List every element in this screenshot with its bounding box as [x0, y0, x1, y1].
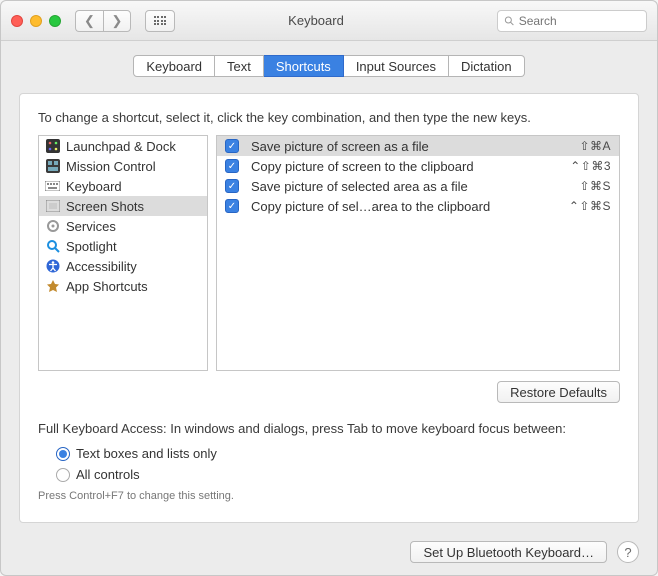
window-title: Keyboard: [183, 13, 489, 28]
shortcut-row[interactable]: ✓ Save picture of selected area as a file…: [217, 176, 619, 196]
shortcut-row[interactable]: ✓ Copy picture of screen to the clipboard…: [217, 156, 619, 176]
close-window-button[interactable]: [11, 15, 23, 27]
sidebar-item-app-shortcuts[interactable]: App Shortcuts: [39, 276, 207, 296]
category-list[interactable]: Launchpad & Dock Mission Control Keyboard S…: [38, 135, 208, 371]
radio-option[interactable]: All controls: [56, 467, 620, 482]
fka-hint: Press Control+F7 to change this setting.: [38, 490, 620, 502]
tab-label: Input Sources: [356, 59, 436, 74]
grid-icon: [154, 16, 167, 25]
back-button[interactable]: ❮: [75, 10, 103, 32]
app-shortcuts-icon: [45, 279, 60, 293]
shortcut-keys[interactable]: ⌃⇧⌘S: [569, 199, 611, 213]
radio-label: All controls: [76, 467, 140, 482]
shortcut-label: Save picture of selected area as a file: [251, 179, 567, 194]
preferences-window: ❮ ❯ Keyboard Keyboard Text Shortcuts Input …: [0, 0, 658, 576]
tab-dictation[interactable]: Dictation: [449, 55, 525, 77]
forward-button[interactable]: ❯: [103, 10, 131, 32]
sidebar-item-launchpad[interactable]: Launchpad & Dock: [39, 136, 207, 156]
content-area: Keyboard Text Shortcuts Input Sources Dictat…: [1, 41, 657, 533]
chevron-left-icon: ❮: [84, 13, 95, 29]
full-keyboard-access-radios: Text boxes and lists only All controls: [56, 446, 620, 482]
sidebar-item-label: Mission Control: [66, 159, 156, 174]
instructions-label: To change a shortcut, select it, click t…: [38, 110, 620, 125]
keyboard-icon: [45, 179, 60, 193]
shortcut-keys[interactable]: ⇧⌘A: [579, 139, 611, 153]
sidebar-item-keyboard[interactable]: Keyboard: [39, 176, 207, 196]
radio-label: Text boxes and lists only: [76, 446, 217, 461]
footer: Set Up Bluetooth Keyboard… ?: [1, 533, 657, 575]
shortcut-label: Save picture of screen as a file: [251, 139, 567, 154]
minimize-window-button[interactable]: [30, 15, 42, 27]
sidebar-item-label: App Shortcuts: [66, 279, 148, 294]
chevron-right-icon: ❯: [112, 13, 123, 29]
shortcut-row[interactable]: ✓ Save picture of screen as a file ⇧⌘A: [217, 136, 619, 156]
sidebar-item-screenshots[interactable]: Screen Shots: [39, 196, 207, 216]
shortcut-checkbox[interactable]: ✓: [225, 199, 239, 213]
sidebar-item-label: Spotlight: [66, 239, 117, 254]
shortcuts-panel: To change a shortcut, select it, click t…: [19, 93, 639, 523]
shortcut-keys[interactable]: ⌃⇧⌘3: [570, 159, 611, 173]
spotlight-icon: [45, 239, 60, 253]
show-all-button[interactable]: [145, 10, 175, 32]
tab-keyboard[interactable]: Keyboard: [133, 55, 215, 77]
shortcut-list[interactable]: ✓ Save picture of screen as a file ⇧⌘A ✓ Cop…: [216, 135, 620, 371]
help-button[interactable]: ?: [617, 541, 639, 563]
sidebar-item-label: Screen Shots: [66, 199, 144, 214]
shortcut-label: Copy picture of sel…area to the clipboar…: [251, 199, 557, 214]
sidebar-item-label: Accessibility: [66, 259, 137, 274]
tab-shortcuts[interactable]: Shortcuts: [264, 55, 344, 77]
radio-button[interactable]: [56, 447, 70, 461]
full-keyboard-access-label: Full Keyboard Access: In windows and dia…: [38, 421, 620, 436]
search-field[interactable]: [497, 10, 647, 32]
sidebar-item-mission-control[interactable]: Mission Control: [39, 156, 207, 176]
sidebar-item-services[interactable]: Services: [39, 216, 207, 236]
titlebar: ❮ ❯ Keyboard: [1, 1, 657, 41]
nav-buttons: ❮ ❯: [75, 10, 131, 32]
setup-bluetooth-button[interactable]: Set Up Bluetooth Keyboard…: [410, 541, 607, 563]
help-icon: ?: [624, 545, 631, 560]
sidebar-item-spotlight[interactable]: Spotlight: [39, 236, 207, 256]
services-icon: [45, 219, 60, 233]
restore-defaults-button[interactable]: Restore Defaults: [497, 381, 620, 403]
tab-text[interactable]: Text: [215, 55, 264, 77]
sidebar-item-label: Launchpad & Dock: [66, 139, 176, 154]
zoom-window-button[interactable]: [49, 15, 61, 27]
shortcut-checkbox[interactable]: ✓: [225, 179, 239, 193]
mission-control-icon: [45, 159, 60, 173]
tab-label: Keyboard: [146, 59, 202, 74]
window-controls: [11, 15, 61, 27]
tab-bar: Keyboard Text Shortcuts Input Sources Dictat…: [19, 55, 639, 77]
sidebar-item-label: Services: [66, 219, 116, 234]
lists-container: Launchpad & Dock Mission Control Keyboard S…: [38, 135, 620, 371]
search-icon: [504, 15, 515, 27]
tab-label: Text: [227, 59, 251, 74]
launchpad-icon: [45, 139, 60, 153]
tab-label: Dictation: [461, 59, 512, 74]
radio-button[interactable]: [56, 468, 70, 482]
accessibility-icon: [45, 259, 60, 273]
shortcut-checkbox[interactable]: ✓: [225, 139, 239, 153]
shortcut-checkbox[interactable]: ✓: [225, 159, 239, 173]
screenshots-icon: [45, 199, 60, 213]
sidebar-item-label: Keyboard: [66, 179, 122, 194]
tab-label: Shortcuts: [276, 59, 331, 74]
sidebar-item-accessibility[interactable]: Accessibility: [39, 256, 207, 276]
shortcut-row[interactable]: ✓ Copy picture of sel…area to the clipboa…: [217, 196, 619, 216]
search-input[interactable]: [519, 14, 640, 28]
tab-input-sources[interactable]: Input Sources: [344, 55, 449, 77]
shortcut-label: Copy picture of screen to the clipboard: [251, 159, 558, 174]
radio-option[interactable]: Text boxes and lists only: [56, 446, 620, 461]
shortcut-keys[interactable]: ⇧⌘S: [579, 179, 611, 193]
